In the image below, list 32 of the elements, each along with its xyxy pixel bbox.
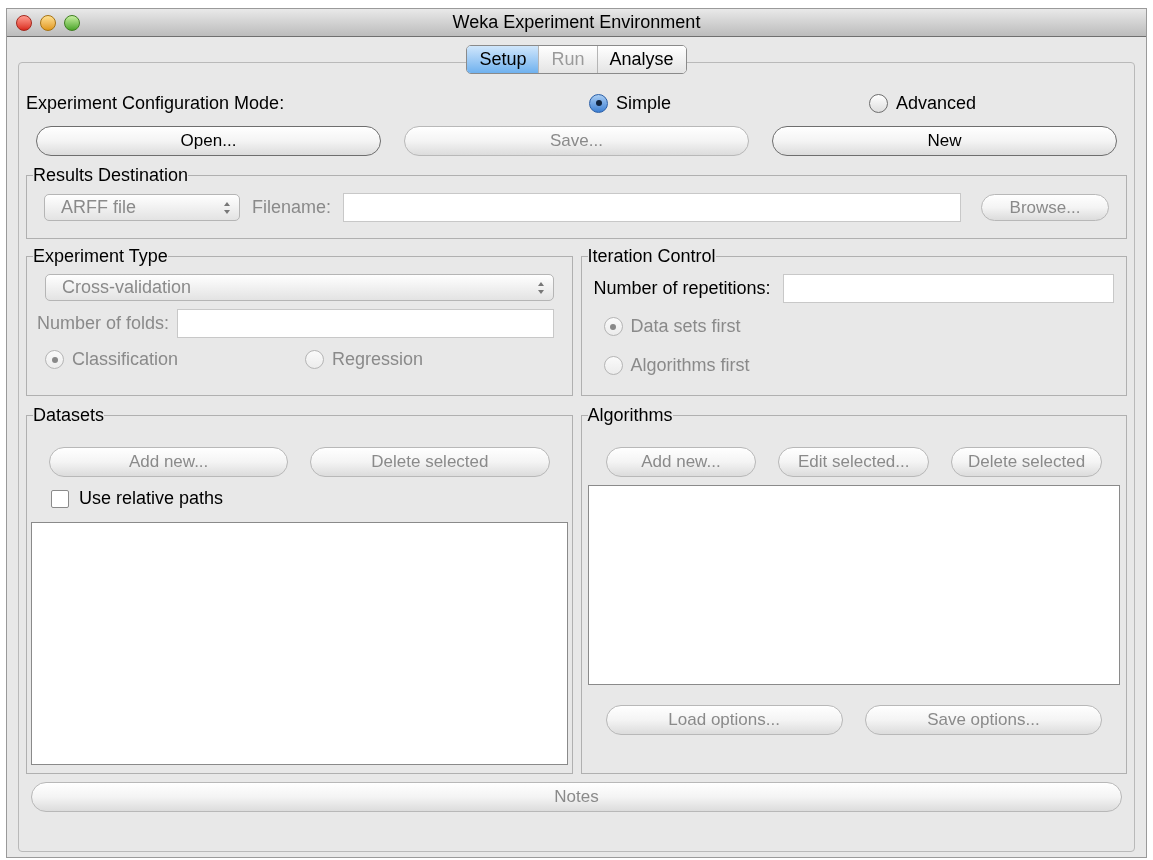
tab[interactable]: Analyse — [597, 46, 686, 73]
radio-button[interactable] — [589, 93, 608, 113]
group-title: Experiment Type — [33, 245, 168, 268]
radio-button[interactable] — [869, 93, 888, 113]
file-button[interactable]: New — [772, 126, 1117, 156]
filename-field[interactable] — [343, 193, 961, 222]
mode-label: Experiment Configuration Mode: — [26, 91, 286, 115]
group-title: Algorithms — [587, 404, 673, 427]
close-button[interactable] — [16, 14, 32, 31]
group-title: Iteration Control — [587, 245, 716, 268]
radio-label: Algorithms first — [630, 354, 750, 377]
repetitions-label: Number of repetitions: — [593, 277, 771, 300]
radio-label: Advanced — [896, 91, 977, 115]
checkbox[interactable] — [51, 489, 69, 508]
stepper-arrows-icon — [536, 280, 545, 295]
group-title: Datasets — [33, 404, 105, 427]
radio-label: Regression — [332, 348, 424, 371]
minimize-button[interactable] — [40, 14, 56, 31]
file-button[interactable]: Open... — [36, 126, 381, 156]
radio-label: Data sets first — [630, 315, 741, 338]
radio-label: Classification — [72, 348, 179, 371]
folds-label: Number of folds: — [37, 312, 170, 335]
group-title: Results Destination — [33, 164, 189, 187]
checkbox-label: Use relative paths — [79, 487, 224, 510]
repetitions-field[interactable] — [782, 274, 1114, 303]
radio-label: Simple — [616, 91, 672, 115]
folds-field[interactable] — [177, 309, 554, 338]
filename-label: Filename: — [252, 196, 332, 219]
tab[interactable]: Setup — [467, 46, 540, 73]
window-title: Weka Experiment Environment — [452, 11, 701, 34]
stepper-arrows-icon — [223, 200, 231, 215]
zoom-button[interactable] — [64, 14, 80, 31]
